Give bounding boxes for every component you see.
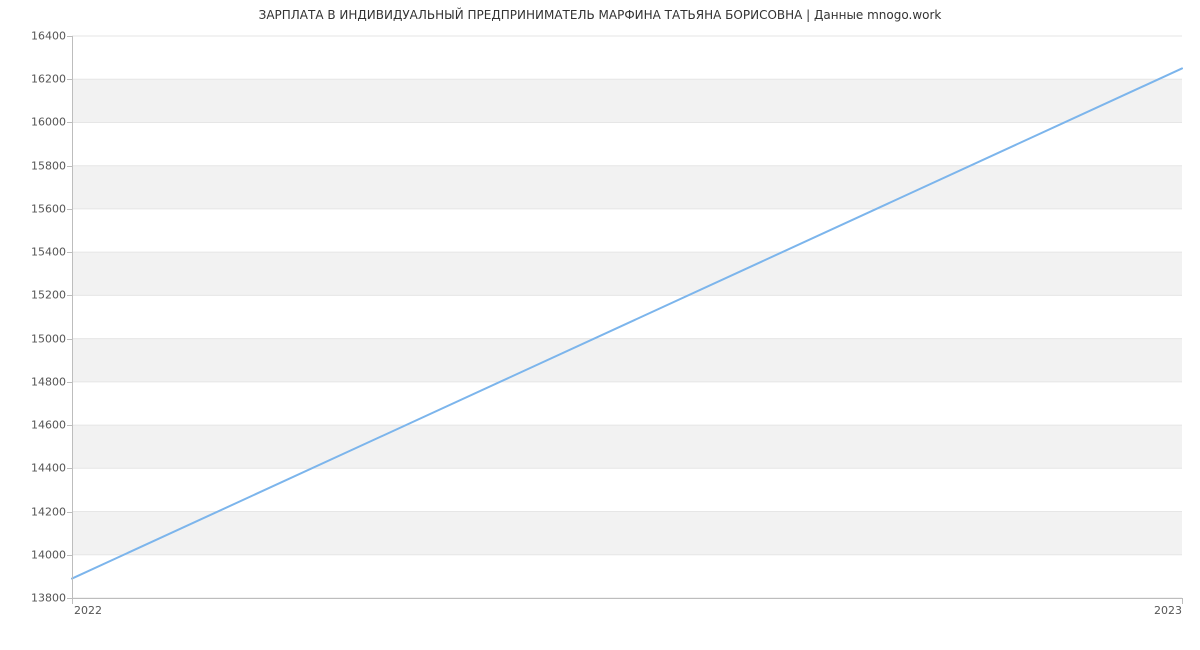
y-tick-mark: [67, 339, 72, 340]
plot-bands: [72, 79, 1182, 555]
x-tick-mark: [72, 598, 73, 604]
y-tick-label: 15400: [6, 246, 66, 259]
plot-band: [72, 512, 1182, 555]
y-tick-mark: [67, 252, 72, 253]
y-tick-label: 13800: [6, 592, 66, 605]
y-axis-line: [72, 36, 73, 598]
series-line: [72, 68, 1182, 578]
plot-band: [72, 252, 1182, 295]
plot-band: [72, 166, 1182, 209]
y-tick-label: 15800: [6, 159, 66, 172]
y-tick-mark: [67, 166, 72, 167]
y-tick-mark: [67, 295, 72, 296]
y-tick-label: 14600: [6, 419, 66, 432]
y-tick-mark: [67, 468, 72, 469]
y-tick-mark: [67, 555, 72, 556]
plot-band: [72, 79, 1182, 122]
y-tick-label: 14800: [6, 375, 66, 388]
salary-chart: ЗАРПЛАТА В ИНДИВИДУАЛЬНЫЙ ПРЕДПРИНИМАТЕЛ…: [0, 0, 1200, 650]
y-tick-mark: [67, 425, 72, 426]
y-tick-label: 15200: [6, 289, 66, 302]
line-svg: [72, 36, 1182, 598]
y-tick-label: 14400: [6, 462, 66, 475]
x-tick-mark: [1182, 598, 1183, 604]
x-tick-label: 2023: [1154, 604, 1182, 617]
y-tick-mark: [67, 36, 72, 37]
y-tick-label: 15000: [6, 332, 66, 345]
plot-area: [72, 36, 1183, 598]
x-tick-label: 2022: [74, 604, 102, 617]
y-tick-label: 16000: [6, 116, 66, 129]
chart-title: ЗАРПЛАТА В ИНДИВИДУАЛЬНЫЙ ПРЕДПРИНИМАТЕЛ…: [0, 8, 1200, 22]
y-tick-label: 16200: [6, 73, 66, 86]
y-tick-label: 15600: [6, 202, 66, 215]
plot-band: [72, 425, 1182, 468]
y-tick-mark: [67, 209, 72, 210]
y-tick-mark: [67, 382, 72, 383]
y-tick-mark: [67, 79, 72, 80]
x-axis-line: [72, 598, 1182, 599]
y-tick-label: 14000: [6, 548, 66, 561]
y-tick-mark: [67, 512, 72, 513]
y-tick-mark: [67, 122, 72, 123]
y-tick-label: 16400: [6, 30, 66, 43]
y-tick-label: 14200: [6, 505, 66, 518]
plot-band: [72, 339, 1182, 382]
